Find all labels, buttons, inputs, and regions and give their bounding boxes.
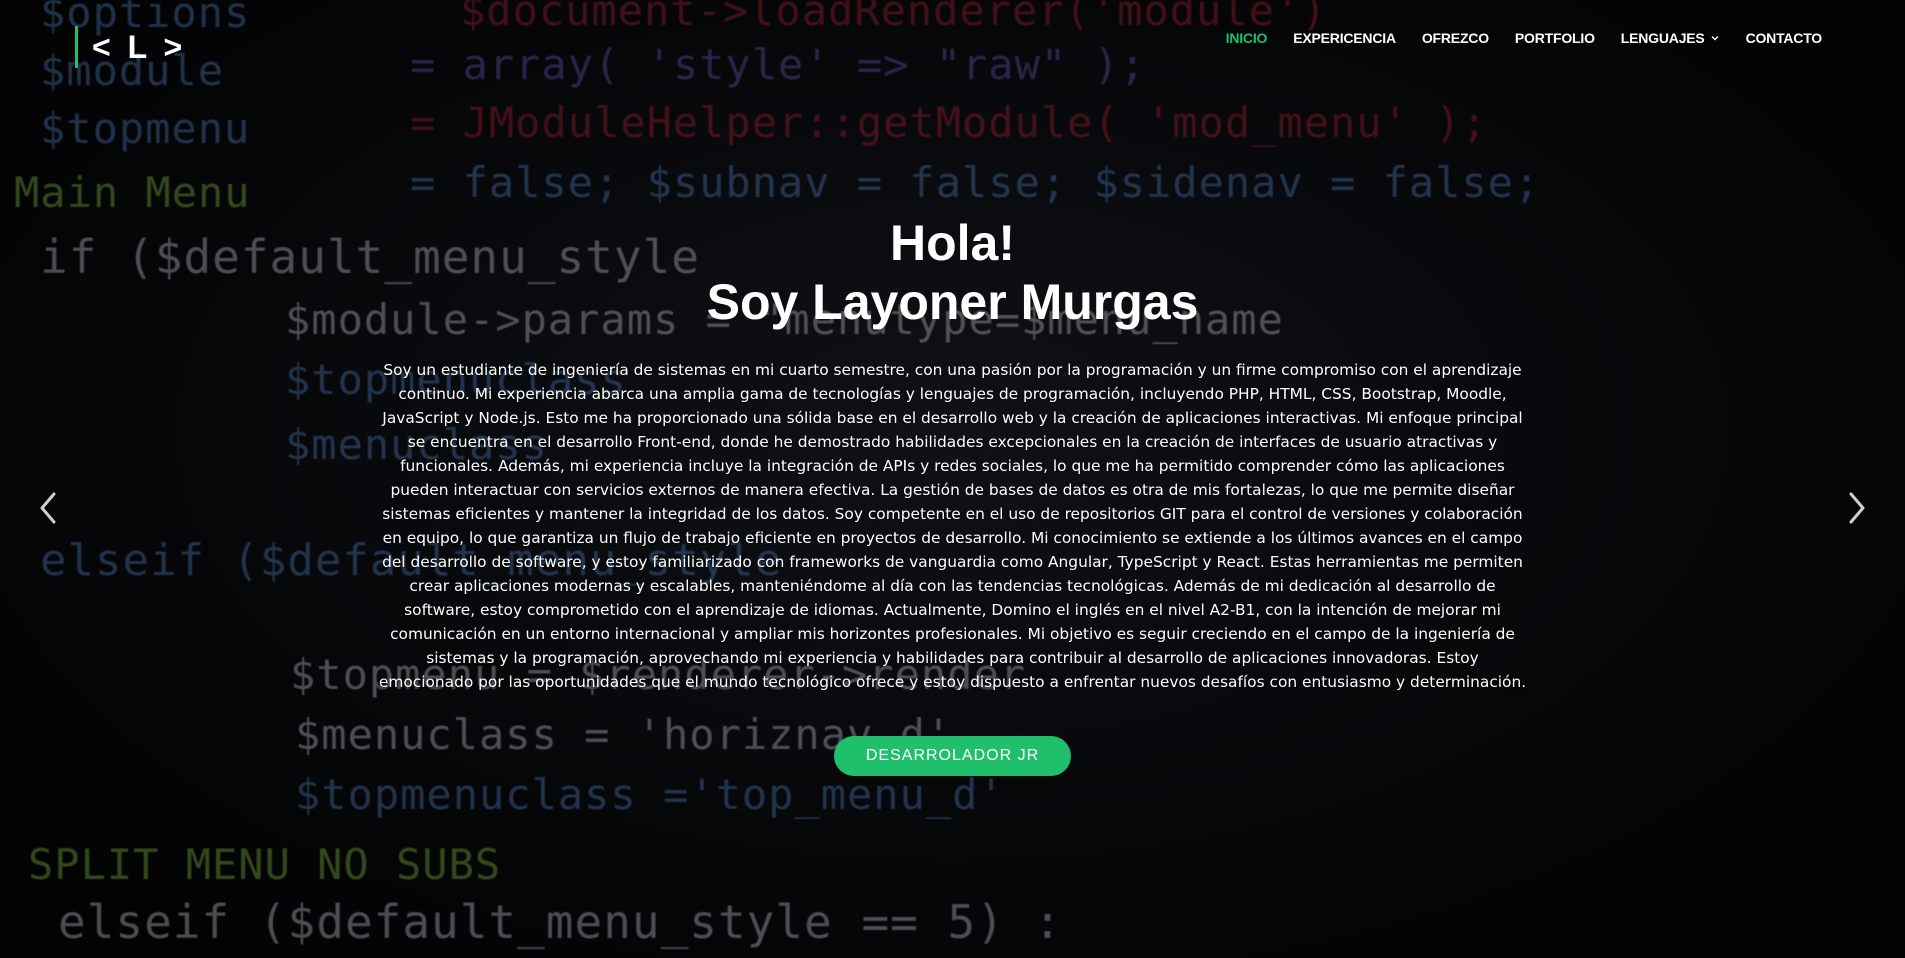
hero-greeting: Hola! <box>890 215 1015 271</box>
hero-description: Soy un estudiante de ingeniería de siste… <box>378 361 1527 691</box>
nav-item-contacto[interactable]: CONTACTO <box>1745 30 1823 46</box>
chevron-down-icon <box>1711 36 1719 41</box>
carousel-next-button[interactable] <box>1842 488 1872 528</box>
developer-role-button[interactable]: DESARROLADOR JR <box>833 736 1072 776</box>
nav-item-lenguajes[interactable]: LENGUAJES <box>1621 30 1720 46</box>
nav-label: EXPERICENCIA <box>1293 30 1396 46</box>
nav-item-experiencia[interactable]: EXPERICENCIA <box>1293 30 1396 46</box>
hero-section: $options $module $topmenu Main Menu if (… <box>0 0 1905 958</box>
logo[interactable]: < L > <box>75 26 186 68</box>
nav-item-portfolio[interactable]: PORTFOLIO <box>1515 30 1595 46</box>
nav-item-inicio[interactable]: INICIO <box>1226 30 1268 46</box>
main-nav: INICIO EXPERICENCIA OFREZCO PORTFOLIO LE… <box>1226 30 1823 46</box>
chevron-right-icon <box>1849 492 1865 524</box>
hero-title: Hola! Soy Layoner Murgas <box>0 214 1905 332</box>
chevron-left-icon <box>40 492 56 524</box>
nav-label: CONTACTO <box>1745 30 1823 46</box>
site-header: < L > INICIO EXPERICENCIA OFREZCO PORTFO… <box>0 0 1905 90</box>
hero-content: Hola! Soy Layoner Murgas Soy un estudian… <box>0 214 1905 776</box>
carousel-prev-button[interactable] <box>33 488 63 528</box>
nav-label: PORTFOLIO <box>1514 30 1595 46</box>
nav-label: LENGUAJES <box>1620 30 1705 46</box>
nav-label: OFREZCO <box>1421 30 1489 46</box>
nav-item-ofrezco[interactable]: OFREZCO <box>1422 30 1489 46</box>
nav-label: INICIO <box>1225 30 1268 46</box>
hero-name: Soy Layoner Murgas <box>706 274 1199 330</box>
